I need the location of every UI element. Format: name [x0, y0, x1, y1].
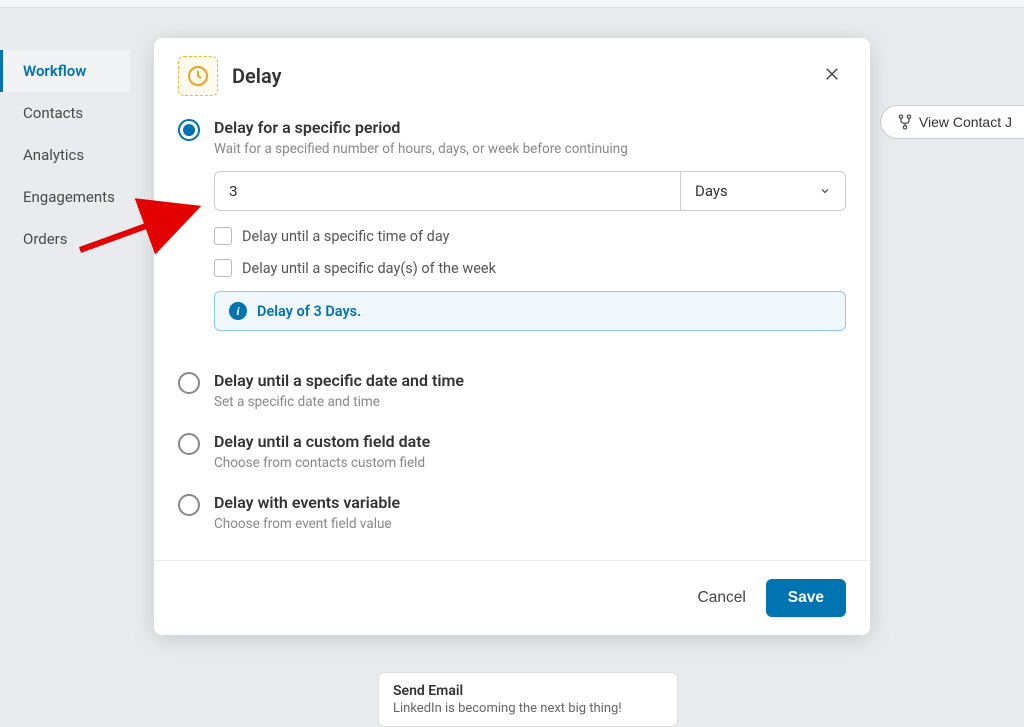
checkbox-label-day-of-week: Delay until a specific day(s) of the wee… — [242, 260, 496, 277]
workflow-step-subtitle: LinkedIn is becoming the next big thing! — [393, 701, 663, 716]
modal-title: Delay — [232, 64, 282, 88]
checkbox-day-of-week[interactable] — [214, 259, 232, 277]
view-contact-label: View Contact J — [919, 114, 1012, 130]
option-title-specific-period: Delay for a specific period — [214, 118, 846, 137]
sidebar-item-contacts[interactable]: Contacts — [0, 92, 130, 134]
info-icon: i — [229, 302, 247, 320]
radio-specific-period[interactable] — [178, 119, 200, 141]
option-title-events-variable: Delay with events variable — [214, 493, 846, 512]
close-icon — [823, 65, 841, 83]
workflow-step-title: Send Email — [393, 683, 663, 699]
save-button[interactable]: Save — [766, 579, 846, 617]
info-text: Delay of 3 Days. — [257, 303, 361, 320]
option-title-custom-field: Delay until a custom field date — [214, 432, 846, 451]
chevron-down-icon — [819, 185, 831, 197]
delay-unit-select[interactable]: Days — [680, 171, 846, 211]
radio-specific-datetime[interactable] — [178, 372, 200, 394]
sidebar-item-orders[interactable]: Orders — [0, 218, 130, 260]
branch-icon — [897, 114, 913, 130]
cancel-button[interactable]: Cancel — [698, 589, 746, 607]
sidebar-item-analytics[interactable]: Analytics — [0, 134, 130, 176]
close-button[interactable] — [818, 62, 846, 90]
sidebar-item-workflow[interactable]: Workflow — [0, 50, 130, 92]
view-contact-journey-button[interactable]: View Contact J — [880, 105, 1024, 139]
option-desc-custom-field: Choose from contacts custom field — [214, 455, 846, 471]
clock-icon — [178, 56, 218, 96]
radio-custom-field[interactable] — [178, 433, 200, 455]
sidebar: Workflow Contacts Analytics Engagements … — [0, 8, 130, 724]
checkbox-label-time-of-day: Delay until a specific time of day — [242, 228, 450, 245]
option-desc-datetime: Set a specific date and time — [214, 394, 846, 410]
workflow-step-card[interactable]: Send Email LinkedIn is becoming the next… — [378, 672, 678, 727]
option-desc-specific-period: Wait for a specified number of hours, da… — [214, 141, 846, 157]
info-banner: i Delay of 3 Days. — [214, 291, 846, 331]
radio-events-variable[interactable] — [178, 494, 200, 516]
delay-unit-value: Days — [695, 182, 728, 200]
checkbox-time-of-day[interactable] — [214, 227, 232, 245]
delay-modal: Delay Delay for a specific period Wait f… — [154, 38, 870, 635]
option-title-datetime: Delay until a specific date and time — [214, 371, 846, 390]
top-bar — [0, 0, 1024, 8]
sidebar-item-engagements[interactable]: Engagements — [0, 176, 130, 218]
option-desc-events-variable: Choose from event field value — [214, 516, 846, 532]
delay-value-input[interactable] — [214, 171, 680, 211]
